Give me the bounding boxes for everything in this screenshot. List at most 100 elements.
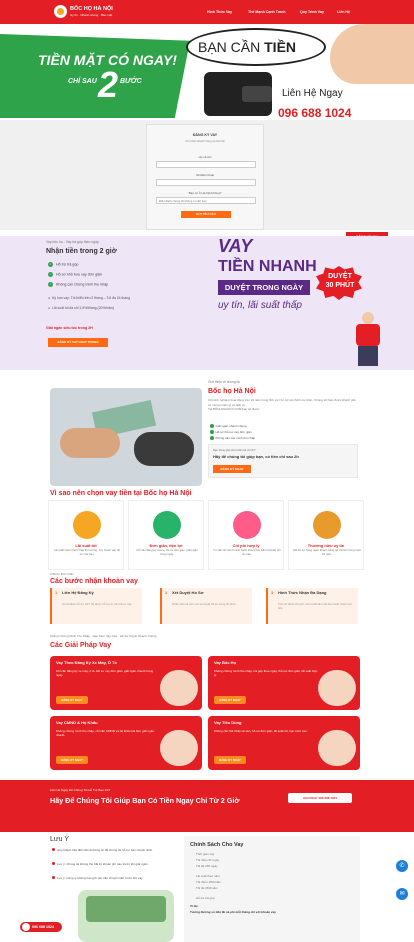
form-section: ĐĂNG KÝ VAY Chỉ nhận khách hàng tại Hà N… [0,120,414,230]
submit-button[interactable]: GỬI YÊU CẦU [181,211,231,218]
step-desc: Nhân viên sẽ xem xét và duyệt hồ sơ tron… [172,602,237,606]
percent-icon: ● [48,306,51,310]
form-subtitle: Chỉ nhận khách hàng tại Hà Nội [185,139,225,143]
duyet-banner: DUYỆT TRONG NGÀY [218,280,310,295]
solution-register-button[interactable]: ĐĂNG KÝ NGAY [56,756,88,764]
hero-chi-sau: CHỈ SAU [68,78,97,85]
nav-lien-he[interactable]: Liên Hệ [337,10,350,14]
messenger-icon[interactable]: ✉ [396,888,408,900]
why-title: Vì sao nên chọn vay tiền tại Bốc họ Hà N… [50,490,192,497]
brand-name[interactable]: BỐC HỌ HÀ NỘI [70,6,113,12]
step-desc: Tiền sẽ được chuyển vào tài khoản của bạ… [278,602,353,610]
cta-eyebrow: Liên Hệ Ngay Để Chúng Tôi Hỗ Trợ Bạn 24/… [50,788,111,792]
about-list-item: Hồ sơ thủ tục vay đơn giản [210,430,252,434]
why-card-desc: Lãi suất cạnh tranh thấp thị trường. Tùy… [53,548,120,556]
solution-image [318,670,356,706]
offer-section: Vay bốc họ - Vay trả góp theo ngày Nhận … [0,236,414,370]
solution-desc: Không chứng minh thu nhập, chỉ cần CMND … [56,729,155,738]
nav-hinh-thuc-vay[interactable]: Hình Thức Vay [207,10,232,14]
why-card: Chi phí hợp lý Tư vấn tài chính minh bạc… [208,500,284,570]
money-pile-image [78,890,174,942]
about-register-button[interactable]: ĐĂNG KÝ NGAY [213,465,251,473]
phone-label: Số Điện thoại [195,173,214,177]
solution-register-button[interactable]: ĐĂNG KÝ NGAY [214,756,246,764]
trophy-icon [313,511,341,539]
type-input[interactable] [156,197,256,204]
solution-title: Vay Tiêu Dùng [214,720,242,725]
check-icon [210,436,214,440]
solution-desc: Không chứng minh thu nhập, trả góp theo … [214,669,318,678]
step-title: Xét Duyệt Hồ Sơ [172,590,204,595]
loan-policy: Chính Sách Cho Vay Thời gian vay Tối thi… [184,836,360,942]
step-title: Hình Thức Nhận Đa Dạng [278,590,327,595]
why-card: Lãi suất tốt Lãi suất cạnh tranh thấp th… [48,500,124,570]
note-item: Lưu ý: Công ty không bao giờ yêu cầu chu… [52,876,170,880]
solutions-eyebrow: Không Chứng Minh Thu Nhập · Hạn Mức Vay … [50,634,157,638]
solution-title: Vay CMND & Hộ Khẩu [56,720,98,725]
step-number: 3 [271,590,274,595]
step-number: 2 [165,590,168,595]
solution-title: Vay Theo Đăng Ký Xe Máy, Ô Tô [56,660,117,665]
logo-icon[interactable] [54,5,67,18]
step-card: 3 Hình Thức Nhận Đa Dạng Tiền sẽ được ch… [266,588,358,624]
check-icon: ✓ [48,262,53,267]
policy-item: Tối thiểu 61 ngày [196,858,220,862]
check-icon: ✓ [48,282,53,287]
step-desc: Gọi Hotline hỗ trợ 24/7 để được hỗ trợ t… [62,602,133,606]
solution-register-button[interactable]: ĐĂNG KÝ NGAY [56,696,88,704]
solution-image [160,670,198,706]
cta-band: Liên Hệ Ngay Để Chúng Tôi Hỗ Trợ Bạn 24/… [0,780,414,832]
step-card: 1 Liên Hệ Đăng Ký Gọi Hotline hỗ trợ 24/… [50,588,142,624]
solution-desc: Không cần thế chấp tài sản, hồ sơ đơn gi… [214,729,308,733]
tien-nhanh-heading: TIỀN NHANH [218,258,317,275]
about-paragraph: Với kinh nghiệm hoạt động trên 10 năm tr… [208,398,356,411]
nav-the-manh[interactable]: Thế Mạnh Cạnh Tranh [248,10,286,14]
name-input[interactable] [156,161,256,168]
about-help-box: Bạn đang gặp khó khăn tài chính? Hãy để … [208,444,358,478]
solution-card: Vay Bốc Họ Không chứng minh thu nhập, tr… [208,656,360,710]
phone-input[interactable] [156,179,256,186]
about-box-title: Hãy để chúng tôi giúp bạn, có tiền chỉ s… [213,454,299,459]
hero-number: 2 [98,64,119,105]
offer-info: ● Lãi suất tối đa chỉ 1,5%/tháng (20%/năm… [48,306,115,310]
solution-image [160,730,198,766]
hero-phone[interactable]: 096 688 1024 [278,106,351,120]
wallet-icon [204,72,272,116]
nav-quy-trinh[interactable]: Quy Trình Vay [300,10,324,14]
zalo-icon[interactable]: ✆ [396,860,408,872]
hero-question: BẠN CẦN TIỀN [198,39,297,55]
uy-tin-text: uy tín, lãi suất thấp [218,300,302,311]
money-icon [153,511,181,539]
brand-tagline: Uy tín · Nhanh chóng · Bảo mật [70,13,113,17]
loan-form: ĐĂNG KÝ VAY Chỉ nhận khách hàng tại Hà N… [146,124,264,230]
about-box-eyebrow: Bạn đang gặp khó khăn tài chính? [213,448,256,452]
check-icon [210,430,214,434]
money-exchange-photo [50,388,202,486]
offer-title: Nhận tiền trong 2 giờ [46,248,117,255]
solution-register-button[interactable]: ĐĂNG KÝ NGAY [214,696,246,704]
form-title: ĐĂNG KÝ VAY [192,133,218,137]
step-number: 1 [55,590,58,595]
calendar-icon: ● [48,296,51,300]
floating-phone-button[interactable]: 096 688 1024 [20,922,62,932]
approval-badge-text: DUYỆT 30 PHÚT [325,273,355,289]
offer-check: ✓ Hỗ trợ trả góp [48,262,79,267]
policy-example-title: Ví dụ: [190,904,199,908]
chart-icon [73,511,101,539]
bullet-icon [52,848,55,851]
call-now-button[interactable]: GỌI NGAY 096 688 1024 [288,793,352,803]
offer-cta-button[interactable]: ĐĂNG KÝ VAY NGAY TRONG [48,338,108,347]
policy-item: Tối đa 36%/năm [196,886,218,890]
offer-red-note: Giải ngân siêu tốc trong 2H [46,326,93,330]
hero-contact-label: Liên Hệ Ngay [282,88,343,99]
offer-check: ✓ Hỗ sơ nhỏ bưu vay đơn giản [48,272,102,277]
hero-green-panel [0,34,190,118]
cta-title: Hãy Để Chúng Tôi Giúp Bạn Có Tiền Ngay C… [50,796,240,805]
solution-desc: Chỉ cần đăng ký xe máy, ô tô. Hồ sơ vay … [56,669,154,678]
policy-item: Thời gian vay [196,852,215,856]
check-icon: ✓ [48,272,53,277]
hero-banner[interactable]: TIỀN MẶT CÓ NGAY! CHỈ SAU 2 BƯỚC BẠN CẦN… [0,24,414,120]
steps-eyebrow: 3 Bước Đơn Giản [50,572,74,576]
type-label: Bạn có ở Hà Nội không? [188,191,222,195]
policy-title: Chính Sách Cho Vay [190,842,244,848]
